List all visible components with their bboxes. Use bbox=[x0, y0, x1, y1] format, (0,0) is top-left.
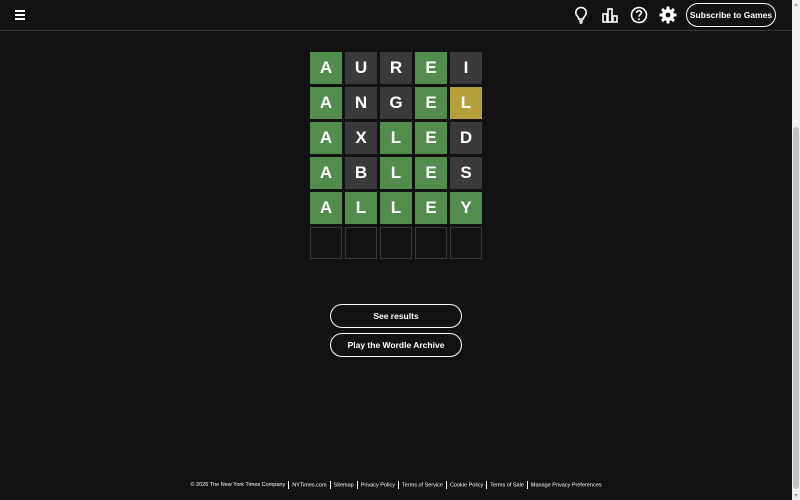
tile-r1-c3: R bbox=[380, 52, 412, 84]
footer-link[interactable]: Terms of Service bbox=[402, 482, 443, 488]
tile-r2-c3: G bbox=[380, 87, 412, 119]
tile-r5-c1: A bbox=[310, 192, 342, 224]
tile-r2-c4: E bbox=[415, 87, 447, 119]
footer-separator bbox=[526, 481, 528, 489]
tile-r4-c1: A bbox=[310, 157, 342, 189]
play-archive-button[interactable]: Play the Wordle Archive bbox=[330, 333, 462, 357]
footer-separator bbox=[445, 481, 447, 489]
tile-r4-c5: S bbox=[450, 157, 482, 189]
tile-r2-c5: L bbox=[450, 87, 482, 119]
game-board: AUREIANGELAXLEDABLESALLEY bbox=[310, 52, 485, 259]
tile-r4-c3: L bbox=[380, 157, 412, 189]
help-icon[interactable] bbox=[628, 4, 650, 26]
footer-link[interactable]: NYTimes.com bbox=[292, 482, 326, 488]
tile-r3-c4: E bbox=[415, 122, 447, 154]
tile-r5-c3: L bbox=[380, 192, 412, 224]
lightbulb-icon[interactable] bbox=[570, 4, 592, 26]
subscribe-button[interactable]: Subscribe to Games bbox=[686, 3, 776, 27]
tile-r5-c4: E bbox=[415, 192, 447, 224]
tile-r3-c5: D bbox=[450, 122, 482, 154]
tile-r4-c4: E bbox=[415, 157, 447, 189]
settings-icon[interactable] bbox=[657, 4, 679, 26]
scroll-up-arrow-icon[interactable] bbox=[794, 3, 798, 6]
tile-r6-c4 bbox=[415, 227, 447, 259]
scroll-thumb[interactable] bbox=[793, 127, 799, 489]
tile-r3-c2: X bbox=[345, 122, 377, 154]
tile-r2-c2: N bbox=[345, 87, 377, 119]
tile-r5-c5: Y bbox=[450, 192, 482, 224]
footer-separator bbox=[397, 481, 399, 489]
tile-r3-c1: A bbox=[310, 122, 342, 154]
tile-r6-c2 bbox=[345, 227, 377, 259]
tile-r1-c2: U bbox=[345, 52, 377, 84]
footer-link[interactable]: Cookie Policy bbox=[450, 482, 483, 488]
tile-r6-c1 bbox=[310, 227, 342, 259]
footer-separator bbox=[329, 481, 331, 489]
scrollbar[interactable] bbox=[792, 0, 800, 500]
tile-r1-c4: E bbox=[415, 52, 447, 84]
tile-r1-c5: I bbox=[450, 52, 482, 84]
footer-link[interactable]: Terms of Sale bbox=[490, 482, 524, 488]
stats-icon[interactable] bbox=[599, 4, 621, 26]
hamburger-menu-icon[interactable] bbox=[13, 8, 29, 22]
see-results-button[interactable]: See results bbox=[330, 304, 462, 328]
tile-r3-c3: L bbox=[380, 122, 412, 154]
footer-separator bbox=[288, 481, 290, 489]
wordle-app: Subscribe to Games AUREIANGELAXLEDABLESA… bbox=[0, 0, 800, 500]
footer-link[interactable]: Privacy Policy bbox=[361, 482, 395, 488]
tile-r2-c1: A bbox=[310, 87, 342, 119]
tile-r4-c2: B bbox=[345, 157, 377, 189]
copyright-text: © 2026 The New York Times Company bbox=[190, 482, 286, 489]
tile-r6-c5 bbox=[450, 227, 482, 259]
tile-r5-c2: L bbox=[345, 192, 377, 224]
footer: © 2026 The New York Times Company NYTimes… bbox=[0, 481, 792, 489]
top-header: Subscribe to Games bbox=[0, 0, 792, 31]
footer-link[interactable]: Manage Privacy Preferences bbox=[531, 482, 602, 488]
footer-separator bbox=[486, 481, 488, 489]
scroll-down-arrow-icon[interactable] bbox=[794, 494, 798, 497]
tile-r6-c3 bbox=[380, 227, 412, 259]
tile-r1-c1: A bbox=[310, 52, 342, 84]
footer-link[interactable]: Sitemap bbox=[334, 482, 354, 488]
footer-separator bbox=[356, 481, 358, 489]
